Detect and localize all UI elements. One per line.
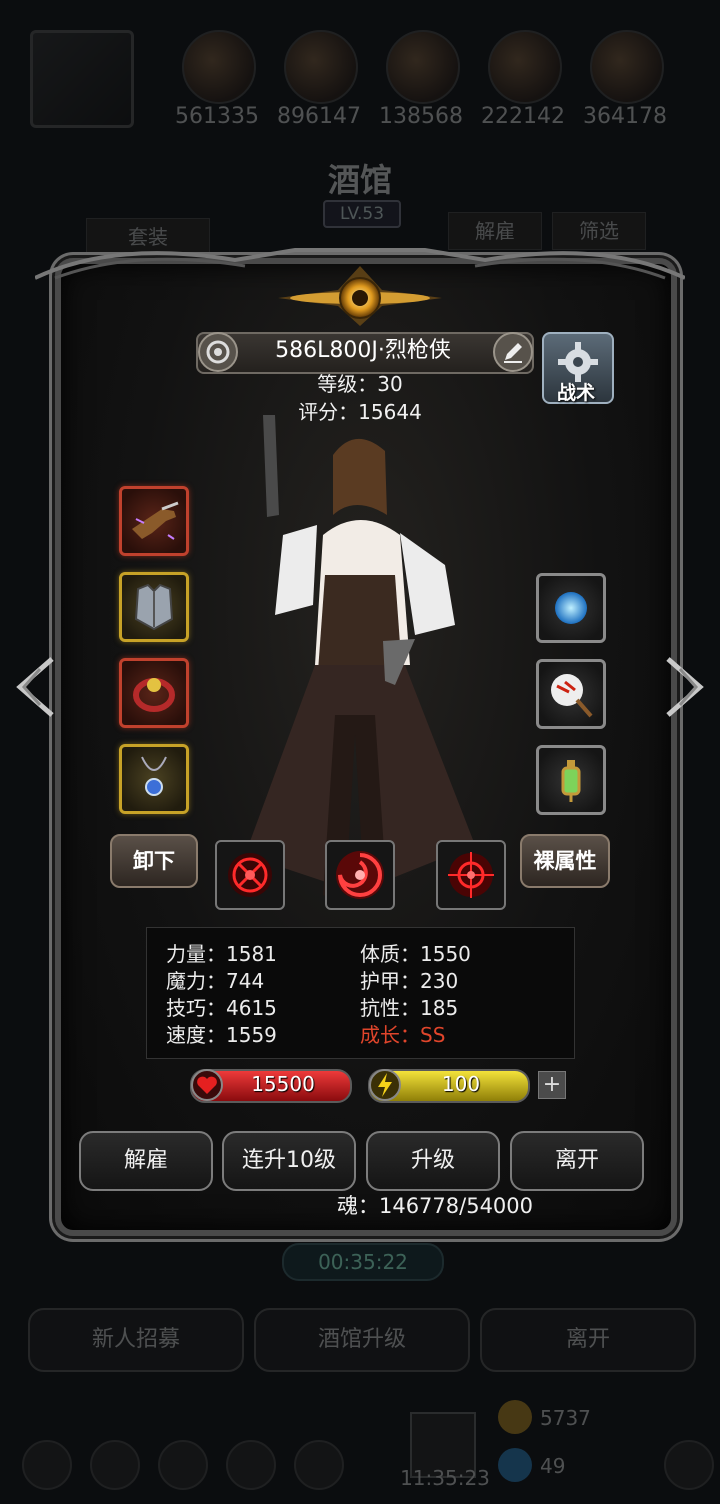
hero-name: 586L800J·烈枪侠 <box>275 338 451 363</box>
equip-slot-fan[interactable] <box>536 659 606 729</box>
stat-speed: 速度：1559 <box>166 1023 277 1047</box>
blue-orb-icon <box>555 592 587 624</box>
leave-button[interactable]: 离开 <box>510 1131 644 1191</box>
menu-icon <box>90 1440 140 1490</box>
tavern-level-badge: LV.53 <box>323 200 401 228</box>
dismiss-button[interactable]: 解雇 <box>79 1131 213 1191</box>
skill-slot-3[interactable] <box>436 840 506 910</box>
lightning-icon <box>369 1069 401 1101</box>
base-attributes-button[interactable]: 裸属性 <box>520 834 610 888</box>
amulet-icon <box>141 756 167 796</box>
menu-icon <box>294 1440 344 1490</box>
next-hero-chevron-right-icon[interactable] <box>660 655 708 719</box>
stat-resistance: 抗性：185 <box>360 996 459 1020</box>
skill-slot-1[interactable] <box>215 840 285 910</box>
emblem-icon <box>278 266 442 326</box>
tavern-upgrade-button: 酒馆升级 <box>254 1308 470 1372</box>
heart-icon <box>191 1069 223 1101</box>
equip-slot-armor[interactable] <box>119 572 189 642</box>
fan-icon <box>551 674 593 718</box>
equip-slot-weapon[interactable] <box>119 486 189 556</box>
stat-growth: 成长：SS <box>360 1023 446 1047</box>
unequip-button[interactable]: 卸下 <box>110 834 198 888</box>
vortex-skill-icon <box>336 851 384 899</box>
gem-icon <box>498 1448 532 1482</box>
chest-armor-icon <box>134 583 174 631</box>
menu-icon <box>22 1440 72 1490</box>
upgrade-10-levels-button[interactable]: 连升10级 <box>222 1131 356 1191</box>
stat-magic: 魔力：744 <box>166 969 265 993</box>
hero-level: 等级：30 <box>317 372 403 396</box>
crosshair-skill-icon <box>228 853 272 897</box>
medal-icon[interactable] <box>198 332 238 372</box>
recruit-button: 新人招募 <box>28 1308 244 1372</box>
resource-icon <box>386 30 460 104</box>
tavern-title: 酒馆 <box>327 161 392 199</box>
pistol-icon <box>132 501 179 540</box>
skill-slot-2[interactable] <box>325 840 395 910</box>
energy-value: 100 <box>441 1072 481 1096</box>
equip-slot-amulet[interactable] <box>119 744 189 814</box>
plus-icon <box>664 1440 714 1490</box>
ring-icon <box>133 678 175 712</box>
add-energy-button[interactable]: + <box>538 1071 566 1099</box>
equip-slot-ring[interactable] <box>119 658 189 728</box>
resource-value: 896147 <box>277 104 361 129</box>
stat-constitution: 体质：1550 <box>360 942 471 966</box>
resource-icon <box>590 30 664 104</box>
menu-icon <box>226 1440 276 1490</box>
refresh-timer: 00:35:22 <box>282 1243 444 1281</box>
prev-hero-chevron-left-icon[interactable] <box>12 655 60 719</box>
target-skill-icon <box>448 852 494 898</box>
equip-slot-lantern[interactable] <box>536 745 606 815</box>
upgrade-button[interactable]: 升级 <box>366 1131 500 1191</box>
equip-slot-orb[interactable] <box>536 573 606 643</box>
tavern-leave-button: 离开 <box>480 1308 696 1372</box>
resource-value: 561335 <box>175 104 259 129</box>
player-avatar <box>30 30 134 128</box>
tactic-label: 战术 <box>556 382 595 404</box>
gem-count: 49 <box>540 1454 566 1478</box>
stat-armor: 护甲：230 <box>360 969 459 993</box>
resource-value: 138568 <box>379 104 463 129</box>
resource-value: 222142 <box>481 104 565 129</box>
resource-icon <box>182 30 256 104</box>
stat-skill: 技巧：4615 <box>166 996 277 1020</box>
resource-value: 364178 <box>583 104 667 129</box>
stat-strength: 力量：1581 <box>166 942 277 966</box>
lantern-icon <box>561 760 581 802</box>
rename-pencil-icon[interactable] <box>493 332 533 372</box>
hp-value: 15500 <box>251 1072 315 1096</box>
resource-icon <box>488 30 562 104</box>
resource-icon <box>284 30 358 104</box>
coin-icon <box>498 1400 532 1434</box>
menu-icon <box>158 1440 208 1490</box>
soul-counter: 魂：146778/54000 <box>336 1194 534 1218</box>
bottom-timer: 11:35:23 <box>400 1466 490 1490</box>
coin-count: 5737 <box>540 1406 591 1430</box>
